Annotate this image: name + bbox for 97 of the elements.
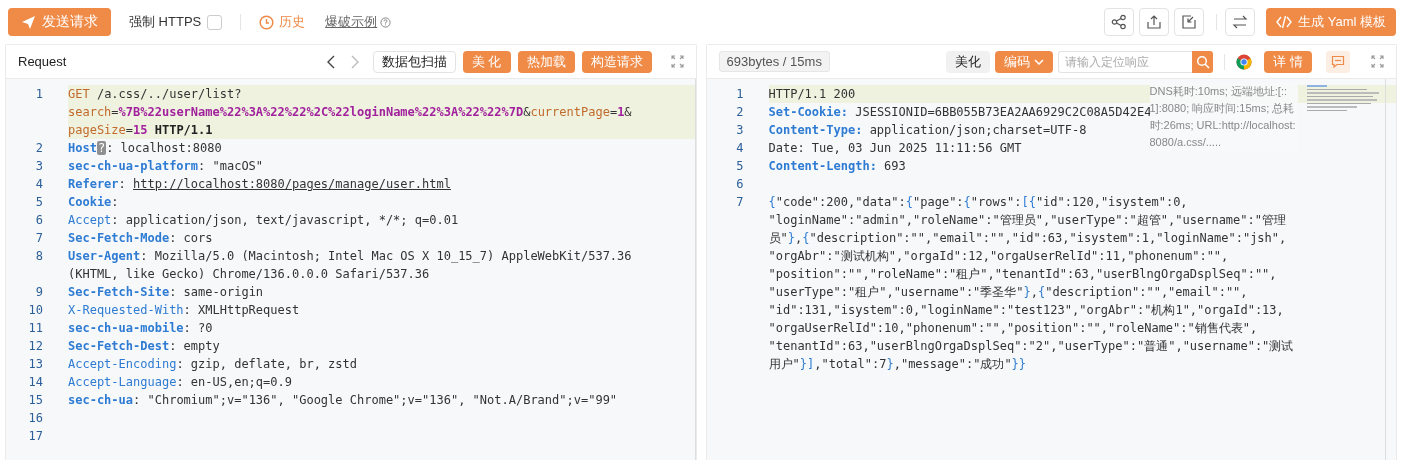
line-number: 5 — [34, 194, 43, 211]
swap-icon — [1232, 14, 1249, 30]
code-line: Sec-Fetch-Mode: cors — [68, 231, 213, 245]
code-line: "orgaUserRelId":10,"phonenum":"","position":"","roleName":"销售代表", — [768, 321, 1258, 335]
code-line: sec-ch-ua: "Chromium";v="136", "Google Chrome";v="136", "Not.A/Brand";v="99" — [68, 393, 618, 407]
back-button[interactable] — [325, 54, 336, 69]
code-icon — [1276, 14, 1293, 30]
chevron-right-icon — [349, 54, 360, 69]
line-number: 12 — [27, 338, 43, 355]
swap-button[interactable] — [1225, 8, 1256, 36]
line-number: 4 — [34, 176, 43, 193]
code-line: (KHTML, like Gecko) Chrome/136.0.0.0 Safari/537.36 — [68, 267, 430, 281]
code-line: User-Agent: Mozilla/5.0 (Macintosh; Intel Mac OS X 10_15_7) AppleWebKit/537.36 — [68, 249, 632, 263]
line-number: 1 — [735, 86, 744, 103]
code-line: Sec-Fetch-Site: same-origin — [68, 285, 264, 299]
line-number: 7 — [34, 230, 43, 247]
search-button[interactable] — [1192, 50, 1214, 73]
line-number: 15 — [27, 392, 43, 409]
line-number: 1 — [34, 86, 43, 103]
import-button[interactable] — [1174, 8, 1205, 36]
send-icon — [21, 14, 36, 30]
code-line: Content-Type: application/json;charset=UTF-8 — [768, 123, 1087, 137]
line-number: 4 — [735, 140, 744, 157]
code-line: "loginName":"admin","roleName":"管理员","userType":"超管","username":"管理 — [768, 213, 1286, 227]
code-line: pageSize=15 HTTP/1.1 — [68, 123, 213, 137]
history-link[interactable]: 历史 — [259, 13, 306, 31]
code-line: "tenantId":63,"userBlngOrgaDsplSeq":"2","userType":"普通","username":"测试 — [768, 339, 1294, 353]
line-number: 10 — [27, 302, 43, 319]
caret-icon — [1034, 58, 1045, 65]
force-https-label: 强制 HTTPS — [129, 13, 202, 31]
chevron-left-icon — [325, 54, 336, 69]
code-line: {"code":200,"data":{"page":{"rows":[{"id":120,"isystem":0, — [768, 195, 1188, 209]
code-line: 用户"}],"total":7},"message":"成功"}} — [768, 357, 1027, 371]
send-request-button[interactable]: 发送请求 — [8, 8, 111, 36]
code-line: Sec-Fetch-Dest: empty — [68, 339, 220, 353]
line-number: 2 — [735, 104, 744, 121]
fullscreen-icon — [670, 55, 684, 68]
beautify-button[interactable]: 美化 — [946, 50, 991, 73]
line-number: 3 — [735, 122, 744, 139]
clock-icon — [259, 14, 275, 30]
line-number: 16 — [27, 410, 43, 427]
code-line: 员"},{"description":"","email":"","id":63,"isystem":1,"loginName":"jsh", — [768, 231, 1287, 245]
forward-button[interactable] — [349, 54, 360, 69]
line-number: 17 — [27, 428, 43, 445]
line-number: 7 — [735, 194, 744, 211]
code-line: Set-Cookie: JSESSIONID=6BB055B73EA2AA6929C2C08A5D42E4 — [768, 105, 1152, 119]
toolbar-button[interactable]: 构造请求 — [581, 50, 652, 73]
force-https-checkbox[interactable] — [207, 14, 223, 30]
code-line: Content-Length: 693 — [768, 159, 906, 173]
response-stats: 693bytes / 15ms — [718, 51, 830, 72]
code-line: "userType":"租户","username":"季圣华"},{"description":"","email":"", — [768, 285, 1248, 299]
code-line: Accept-Language: en-US,en;q=0.9 — [68, 375, 292, 389]
code-line: "orgAbr":"测试机构","orgaId":12,"orgaUserRelId":11,"phonenum":"", — [768, 249, 1229, 263]
code-line: X-Requested-With: XMLHttpRequest — [68, 303, 300, 317]
code-line: Accept-Encoding: gzip, deflate, br, zstd — [68, 357, 357, 371]
line-number: 8 — [34, 248, 43, 265]
encoding-dropdown[interactable]: 编码 — [995, 50, 1054, 73]
toolbar-button[interactable]: 数据包扫描 — [372, 50, 456, 73]
line-number: 11 — [27, 320, 43, 337]
code-line: sec-ch-ua-platform: "macOS" — [68, 159, 264, 173]
line-number: 6 — [735, 176, 744, 193]
code-line: search=%7B%22userName%22%3A%22%22%2C%22loginName%22%3A%22%22%7D&currentPage=1& — [68, 105, 632, 119]
code-line: Host?: localhost:8080 — [68, 141, 222, 155]
code-line: "position":"","roleName":"租户","tenantId":63,"userBlngOrgaDsplSeq":"", — [768, 267, 1277, 281]
line-number: 13 — [27, 356, 43, 373]
upload-icon — [1146, 14, 1163, 30]
comment-icon — [1331, 54, 1345, 69]
code-line: GET /a.css/../user/list? — [68, 87, 242, 101]
help-icon — [380, 16, 392, 28]
line-number: 9 — [34, 284, 43, 301]
code-line: Date: Tue, 03 Jun 2025 11:11:56 GMT — [768, 141, 1022, 155]
code-line: HTTP/1.1 200 — [768, 87, 856, 101]
toolbar-button[interactable]: 美 化 — [462, 50, 511, 73]
code-line: Referer: http://localhost:8080/pages/manage/user.html — [68, 177, 451, 191]
code-line: Cookie: — [68, 195, 119, 209]
line-number: 2 — [34, 140, 43, 157]
toolbar-button[interactable]: 热加载 — [517, 50, 575, 73]
locate-search-field[interactable]: 请输入定位响应 — [1058, 50, 1193, 73]
export-button[interactable] — [1139, 8, 1170, 36]
share-button[interactable] — [1104, 8, 1135, 36]
pane-title: Request — [18, 54, 67, 69]
import-icon — [1181, 14, 1198, 30]
generate-yaml-button[interactable]: 生成 Yaml 模板 — [1266, 8, 1396, 36]
code-line: "id":131,"isystem":0,"loginName":"test123","orgAbr":"机构1","orgaId":13, — [768, 303, 1284, 317]
share-icon — [1111, 14, 1128, 30]
comment-button[interactable] — [1326, 50, 1350, 73]
line-number: 3 — [34, 158, 43, 175]
search-icon — [1195, 54, 1210, 69]
fullscreen-icon — [1371, 55, 1384, 68]
browser-icon — [1236, 53, 1253, 70]
code-line: Accept: application/json, text/javascript, */*; q=0.01 — [68, 213, 459, 227]
example-link[interactable]: 爆破示例 — [325, 13, 378, 31]
code-line: sec-ch-ua-mobile: ?0 — [68, 321, 213, 335]
line-number: 14 — [27, 374, 43, 391]
detail-button[interactable]: 详 情 — [1264, 50, 1312, 73]
line-number: 6 — [34, 212, 43, 229]
line-number: 5 — [735, 158, 744, 175]
